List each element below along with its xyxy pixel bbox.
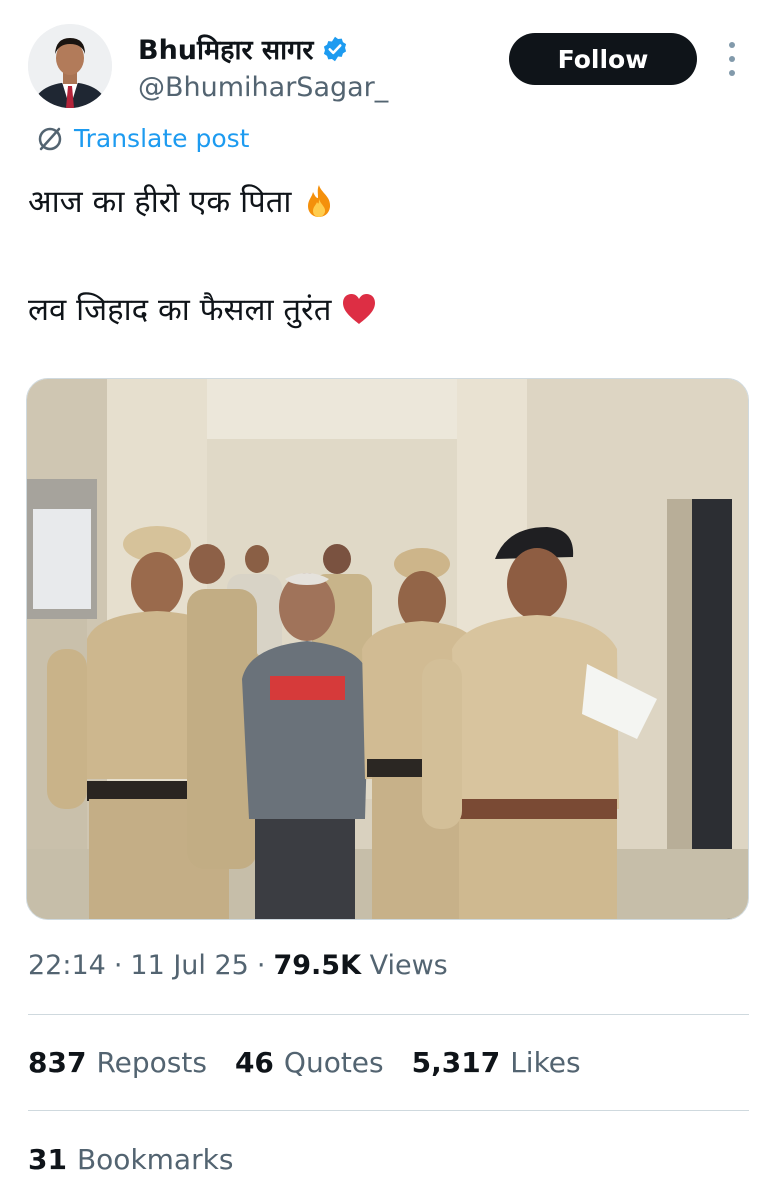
more-options-icon[interactable] [722,42,742,76]
verified-badge-icon [324,36,347,61]
post-time[interactable]: 22:14 [28,950,106,981]
post-image[interactable] [26,378,749,920]
red-heart-icon [343,294,376,324]
post-meta: 22:14 · 11 Jul 25 · 79.5K Views [28,950,448,981]
follow-button[interactable]: Follow [509,33,697,85]
likes-count: 5,317 [411,1046,501,1079]
engagement-stats: 837 Reposts 46 Quotes 5,317 Likes [28,1046,581,1079]
bookmarks-count: 31 [28,1143,67,1176]
avatar[interactable] [28,24,112,108]
views-label: Views [369,950,448,981]
author-handle[interactable]: @BhumiharSagar_ [138,72,388,103]
meta-separator: · [256,950,266,981]
likes-label: Likes [510,1046,581,1079]
likes-stat[interactable]: 5,317 Likes [412,1046,581,1079]
post-text: आज का हीरो एक पिता [28,184,292,220]
views-count: 79.5K [273,950,362,981]
author-display-name[interactable]: Bhuमिहार सागर [138,30,313,67]
bookmarks-stat[interactable]: 31 Bookmarks [28,1143,233,1176]
quotes-label: Quotes [283,1046,384,1079]
translate-icon [38,127,62,150]
post-text-line-2: लव जिहाद का फैसला तुरंत [28,288,377,330]
post-text: लव जिहाद का फैसला तुरंत [28,292,332,328]
translate-post-link[interactable]: Translate post [36,124,249,153]
meta-separator: · [113,950,123,981]
translate-label: Translate post [74,124,250,153]
divider [28,1014,749,1015]
post-date[interactable]: 11 Jul 25 [130,950,248,981]
bookmarks-label: Bookmarks [76,1143,234,1176]
fire-icon [308,185,331,217]
quotes-count: 46 [234,1046,274,1079]
reposts-stat[interactable]: 837 Reposts [28,1046,207,1079]
reposts-count: 837 [28,1046,87,1079]
divider [28,1110,749,1111]
quotes-stat[interactable]: 46 Quotes [235,1046,384,1079]
post-text-line-1: आज का हीरो एक पिता [28,180,337,222]
reposts-label: Reposts [96,1046,207,1079]
